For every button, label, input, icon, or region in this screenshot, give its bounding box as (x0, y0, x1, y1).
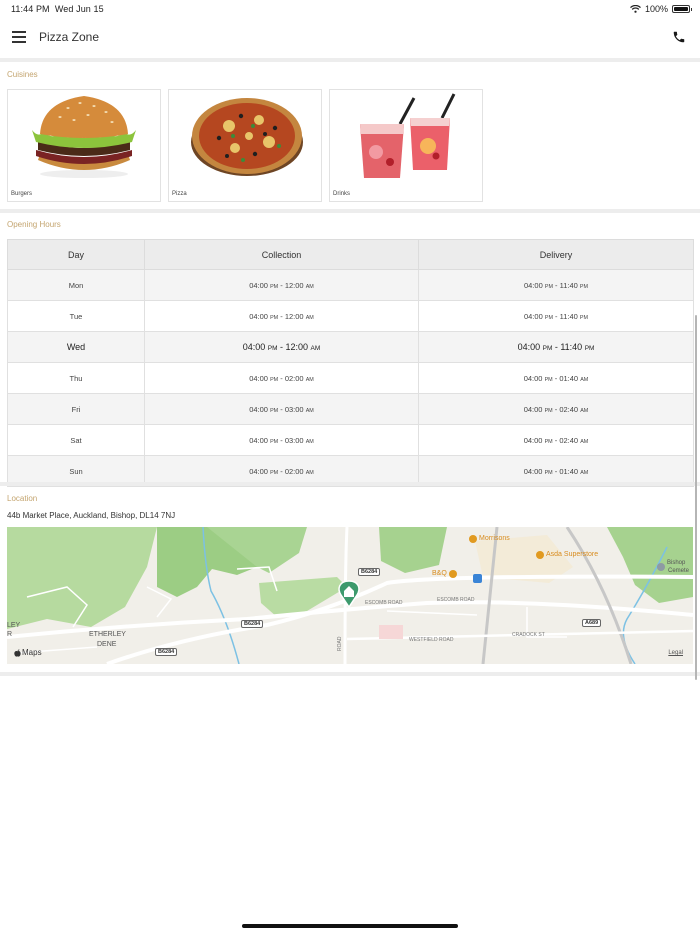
delivery-hours-cell: 04:00 PM - 11:40 PM (418, 269, 694, 301)
opening-hours-table: Day Collection Delivery Mon 04:00 PM - 1… (7, 239, 694, 487)
delivery-hours-cell: 04:00 PM - 01:40 AM (418, 362, 694, 394)
column-header-collection: Collection (144, 239, 419, 270)
section-divider (0, 209, 700, 213)
location-heading: Location (7, 494, 38, 503)
map-label-asda: Asda Superstore (546, 551, 599, 558)
road-shield-b6284: B6284 (241, 620, 264, 628)
map-label-etherley: ETHERLEY (89, 631, 126, 638)
pizza-image (191, 98, 303, 176)
maps-attribution: Maps (22, 648, 42, 657)
location-map[interactable]: Maps Legal Morrisons Asda Superstore B&Q… (7, 527, 693, 664)
cuisine-card-burgers[interactable]: Burgers (7, 89, 161, 202)
map-label-dene: DENE (97, 641, 117, 648)
day-cell: Fri (7, 393, 145, 425)
section-divider (0, 672, 700, 676)
day-cell: Mon (7, 269, 145, 301)
table-row: Mon 04:00 PM - 12:00 AM 04:00 PM - 11:40… (7, 269, 694, 301)
delivery-hours-cell: 04:00 PM - 11:40 PM (418, 331, 694, 363)
map-label-r: R (7, 631, 13, 638)
map-label-escomb-road: ESCOMB ROAD (365, 600, 403, 606)
battery-percent: 100% (644, 4, 668, 14)
section-divider (0, 58, 700, 62)
road-shield-b6284: B6284 (155, 648, 178, 656)
map-label-bq: B&Q (432, 570, 447, 577)
status-time-date: 11:44 PM Wed Jun 15 (11, 4, 104, 14)
table-row: Tue 04:00 PM - 12:00 AM 04:00 PM - 11:40… (7, 300, 694, 332)
wifi-icon (630, 5, 641, 13)
section-divider (0, 482, 700, 486)
battery-icon (672, 5, 692, 13)
road-shield-b6284: B6284 (358, 568, 381, 576)
collection-hours-cell: 04:00 PM - 12:00 AM (144, 331, 419, 363)
day-cell: Tue (7, 300, 145, 332)
map-legal-link[interactable]: Legal (668, 650, 683, 656)
cuisine-card-pizza[interactable]: Pizza (168, 89, 322, 202)
hamburger-icon[interactable] (12, 31, 26, 43)
table-header-row: Day Collection Delivery (7, 239, 694, 270)
drinks-image (360, 93, 456, 178)
cuisine-label: Drinks (333, 191, 351, 197)
column-header-day: Day (7, 239, 145, 270)
opening-hours-heading: Opening Hours (7, 220, 61, 229)
table-row-today: Wed 04:00 PM - 12:00 AM 04:00 PM - 11:40… (7, 331, 694, 363)
status-time: 11:44 PM (11, 4, 50, 14)
delivery-hours-cell: 04:00 PM - 02:40 AM (418, 424, 694, 456)
collection-hours-cell: 04:00 PM - 03:00 AM (144, 393, 419, 425)
map-label-ley: LEY (7, 622, 21, 629)
road-shield-a689: A689 (582, 619, 602, 627)
status-date: Wed Jun 15 (54, 4, 104, 14)
map-label-escomb-road: ESCOMB ROAD (437, 597, 475, 603)
cuisine-label: Burgers (11, 191, 33, 197)
status-indicators: 100% (630, 4, 692, 14)
table-row: Sat 04:00 PM - 03:00 AM 04:00 PM - 02:40… (7, 424, 694, 456)
map-label-morrisons: Morrisons (479, 535, 510, 542)
delivery-hours-cell: 04:00 PM - 11:40 PM (418, 300, 694, 332)
column-header-delivery: Delivery (418, 239, 694, 270)
cuisine-label: Pizza (172, 191, 187, 197)
table-row: Fri 04:00 PM - 03:00 AM 04:00 PM - 02:40… (7, 393, 694, 425)
table-row: Thu 04:00 PM - 02:00 AM 04:00 PM - 01:40… (7, 362, 694, 394)
status-bar: 11:44 PM Wed Jun 15 100% (0, 0, 700, 18)
nav-bar: Pizza Zone (0, 18, 700, 58)
cuisines-heading: Cuisines (7, 70, 38, 79)
collection-hours-cell: 04:00 PM - 03:00 AM (144, 424, 419, 456)
day-cell: Sat (7, 424, 145, 456)
cuisine-card-drinks[interactable]: Drinks (329, 89, 483, 202)
burger-image (32, 96, 136, 178)
map-label-bishop: Bishop (667, 560, 686, 566)
home-indicator[interactable] (242, 924, 458, 928)
map-label-road: ROAD (337, 636, 343, 651)
map-label-cradock-st: CRADOCK ST (512, 632, 545, 638)
phone-icon[interactable] (672, 30, 686, 44)
day-cell: Wed (7, 331, 145, 363)
day-cell: Thu (7, 362, 145, 394)
address-text: 44b Market Place, Auckland, Bishop, DL14… (7, 511, 176, 520)
scrollbar[interactable] (695, 315, 697, 680)
map-label-westfield-road: WESTFIELD ROAD (409, 637, 454, 643)
delivery-hours-cell: 04:00 PM - 02:40 AM (418, 393, 694, 425)
page-title: Pizza Zone (39, 30, 100, 44)
apple-icon (14, 649, 21, 657)
map-label-cemetery: Cemete (668, 568, 690, 574)
collection-hours-cell: 04:00 PM - 02:00 AM (144, 362, 419, 394)
collection-hours-cell: 04:00 PM - 12:00 AM (144, 269, 419, 301)
collection-hours-cell: 04:00 PM - 12:00 AM (144, 300, 419, 332)
